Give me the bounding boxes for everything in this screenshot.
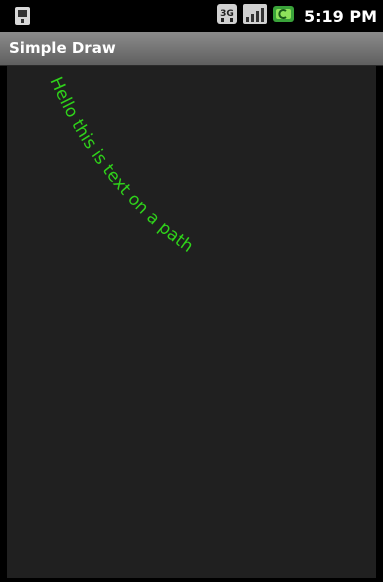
curved-text: Hello this is text on a path: [45, 74, 196, 257]
drawing-canvas[interactable]: Hello this is text on a path: [7, 66, 376, 578]
screen-edge-right: [376, 66, 383, 578]
battery-charging-icon: [272, 3, 296, 29]
canvas-svg: Hello this is text on a path: [45, 74, 196, 257]
network-3g-icon: 3G: [216, 3, 238, 29]
status-clock: 5:19 PM: [303, 6, 377, 26]
network-label: 3G: [220, 9, 234, 19]
status-bar: 3G 5:19 PM: [0, 0, 383, 32]
app-title: Simple Draw: [9, 39, 116, 57]
status-icons: 3G 5:19 PM: [216, 4, 377, 28]
path-text: Hello this is text on a path: [45, 74, 196, 257]
signal-strength-icon: [242, 3, 268, 29]
sim-notification-icon: [14, 6, 32, 30]
app-title-bar: Simple Draw: [0, 32, 383, 66]
screen-edge-left: [0, 66, 7, 578]
